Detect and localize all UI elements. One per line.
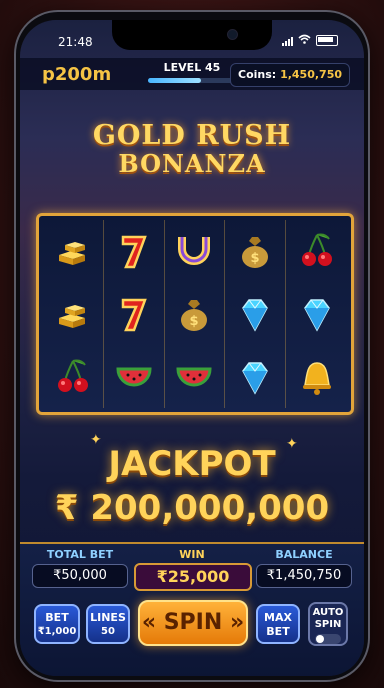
battery-icon (316, 35, 338, 46)
reel-cell: $ (165, 282, 226, 346)
total-bet-value: ₹50,000 (32, 564, 128, 588)
gold-bars-icon (51, 229, 95, 273)
toggle-switch-icon[interactable] (315, 634, 341, 644)
top-bar: p200m LEVEL 45 Coins: 1,450,750 (20, 58, 364, 90)
money-bag-icon: $ (172, 292, 216, 336)
reel-cell (43, 282, 104, 346)
horseshoe-icon (172, 229, 216, 273)
svg-text:$: $ (190, 314, 199, 329)
watermelon-icon (172, 355, 216, 399)
win-label: WIN (179, 548, 205, 561)
svg-text:$: $ (251, 251, 260, 266)
balance-value: ₹1,450,750 (256, 564, 352, 588)
reel-cell (165, 220, 226, 283)
bell-icon (295, 355, 339, 399)
reel-cell (225, 345, 287, 408)
watermelon-icon (112, 355, 156, 399)
coins-value: 1,450,750 (280, 68, 342, 81)
bet-button-value: ₹1,000 (37, 626, 77, 637)
lines-button-value: 50 (101, 626, 115, 637)
jackpot-amount: ₹ 200,000,000 (54, 488, 330, 528)
diamond-icon (233, 355, 277, 399)
reel-cell (104, 220, 165, 283)
cherries-icon (295, 229, 339, 273)
total-bet-label: TOTAL BET (46, 548, 114, 561)
lines-button-label: LINES (90, 611, 126, 624)
clock: 21:48 (58, 35, 93, 49)
auto-spin-line2: SPIN (314, 619, 342, 630)
reel-cell (286, 345, 347, 408)
balance-label: BALANCE (275, 548, 333, 561)
jackpot-label: JACKPOT (108, 444, 276, 484)
jackpot-banner: JACKPOT ₹ 200,000,000 (20, 444, 364, 528)
bet-button-label: BET (45, 611, 69, 624)
cherries-icon (51, 355, 95, 399)
win-value: ₹25,000 (134, 563, 252, 591)
max-bet-button[interactable]: MAX BET (256, 604, 300, 644)
notch (112, 20, 272, 50)
signal-icon (282, 36, 293, 46)
reel-grid: $ $ (43, 220, 347, 408)
reel-cell: $ (225, 220, 287, 283)
bet-button[interactable]: BET ₹1,000 (34, 604, 80, 644)
auto-spin-line1: AUTO (312, 607, 344, 618)
game-title: GOLD RUSH BONANZA (20, 120, 364, 178)
camera-icon (227, 29, 238, 40)
level-progress-bar (148, 78, 236, 83)
app-logo[interactable]: p200m (42, 64, 111, 85)
diamond-icon (233, 292, 277, 336)
coins-label: Coins: (238, 68, 277, 81)
money-bag-icon: $ (233, 229, 277, 273)
max-bet-line2: BET (266, 625, 290, 638)
slot-reels: $ $ (36, 213, 354, 415)
reel-cell (104, 282, 165, 346)
auto-spin-toggle[interactable]: AUTO SPIN (308, 602, 348, 646)
reel-cell (43, 220, 104, 283)
diamond-icon (295, 292, 339, 336)
gold-bars-icon (51, 292, 95, 336)
reel-cell (286, 220, 347, 283)
spin-button[interactable]: « SPIN » (138, 600, 248, 646)
reel-cell (225, 282, 287, 346)
lines-button[interactable]: LINES 50 (86, 604, 130, 644)
level-progress-fill (148, 78, 201, 83)
seven-icon (112, 229, 156, 273)
max-bet-line1: MAX (264, 611, 292, 624)
reel-cell (43, 345, 104, 408)
system-icons (282, 34, 338, 47)
control-panel: TOTAL BET WIN BALANCE ₹50,000 ₹25,000 ₹1… (20, 542, 364, 676)
reel-cell (104, 345, 165, 408)
level-label: LEVEL 45 (163, 61, 221, 74)
reel-cell (165, 345, 226, 408)
game-title-line1: GOLD RUSH (92, 120, 292, 151)
wifi-icon (298, 34, 311, 47)
game-title-line2: BONANZA (118, 149, 266, 178)
seven-icon (112, 292, 156, 336)
game-screen: 21:48 p200m LEVEL 45 Coins: 1,450,750 GO… (20, 20, 364, 676)
coins-display[interactable]: Coins: 1,450,750 (230, 63, 350, 87)
reel-cell (286, 283, 347, 346)
